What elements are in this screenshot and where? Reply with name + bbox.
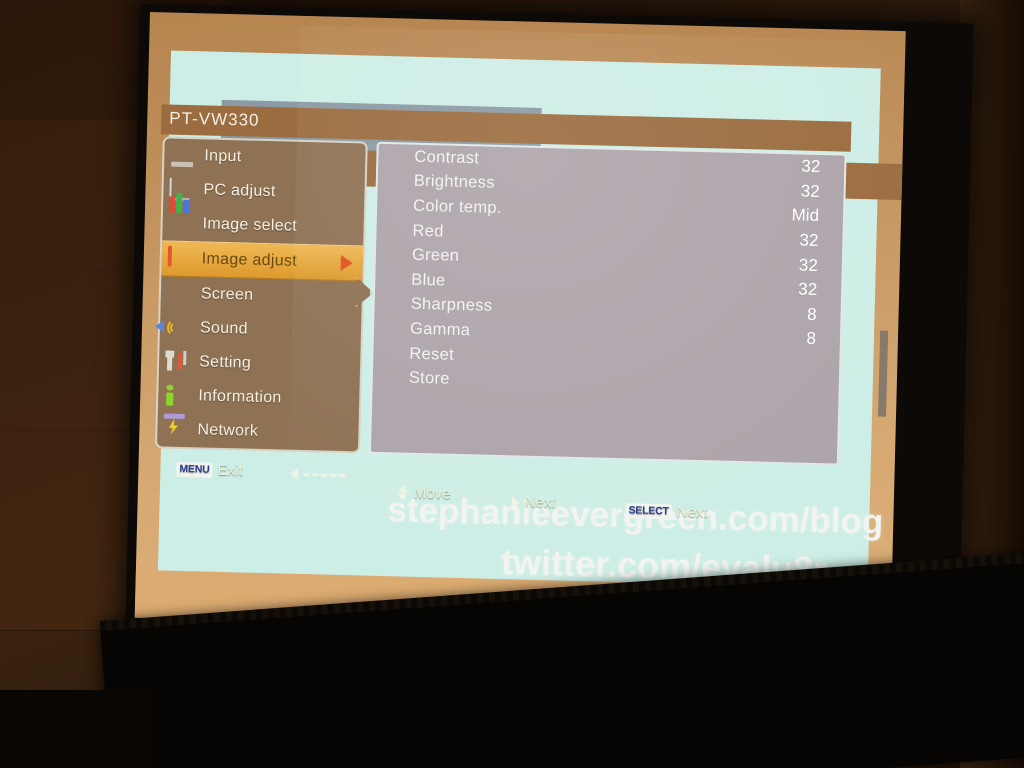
- info-icon: [164, 384, 191, 407]
- menu-item-label: Image adjust: [201, 250, 298, 270]
- hint-select[interactable]: SELECT Next: [625, 502, 708, 522]
- setting-name: Gamma: [409, 319, 471, 340]
- menu-item-screen[interactable]: Screen: [160, 276, 362, 315]
- hint-select-label: Next: [676, 503, 708, 522]
- setting-value: 32: [799, 230, 819, 251]
- hint-exit[interactable]: MENU Exit: [176, 461, 243, 480]
- menu-item-label: Image select: [202, 215, 298, 235]
- up-down-arrow-icon: [397, 485, 409, 501]
- menu-item-sound[interactable]: Sound: [154, 310, 362, 349]
- menu-item-image-select[interactable]: Image select: [162, 192, 364, 245]
- download-arrow-icon: [170, 145, 197, 168]
- setting-name: Sharpness: [410, 295, 493, 316]
- menu-item-information[interactable]: Information: [158, 378, 360, 417]
- menu-item-input[interactable]: Input: [164, 138, 366, 177]
- menu-item-label: Input: [204, 147, 242, 166]
- menu-item-setting[interactable]: Setting: [159, 344, 361, 383]
- setting-value: 32: [798, 279, 818, 300]
- hint-move: Move: [397, 484, 451, 503]
- menu-item-network[interactable]: Network: [157, 412, 359, 451]
- setting-name: Brightness: [413, 172, 495, 193]
- arrow-left-icon: [290, 467, 299, 480]
- projector-osd-menu: PT-VW330 Input PC adjust Image select Image…: [146, 104, 856, 522]
- arrow-right-icon: [511, 495, 520, 509]
- setting-value: 32: [801, 156, 821, 177]
- image-select-icon: [168, 192, 195, 236]
- hint-move-label: Move: [413, 484, 451, 503]
- setting-name: Red: [412, 221, 444, 241]
- hint-back: [290, 467, 346, 481]
- lightning-icon: [163, 413, 190, 441]
- setting-value: 8: [806, 304, 817, 324]
- model-name-label: PT-VW330: [169, 108, 260, 130]
- select-badge: SELECT: [625, 503, 672, 519]
- menu-item-label: Sound: [199, 319, 248, 338]
- setting-value: 8: [806, 329, 817, 349]
- projection-room-scene: Current stephanieevergreen.com/blog twit…: [0, 0, 1024, 768]
- menu-item-label: Network: [197, 421, 259, 440]
- screen-puzzle-icon: [167, 283, 194, 306]
- menu-item-label: Screen: [200, 285, 254, 304]
- table-left-shadow: [0, 690, 150, 768]
- projected-image-area: Current stephanieevergreen.com/blog twit…: [134, 12, 906, 637]
- setting-value: 32: [798, 255, 819, 275]
- slide-scroll-mark: [877, 330, 889, 417]
- setting-name: Contrast: [414, 147, 480, 168]
- menu-item-label: Information: [198, 387, 282, 407]
- dashed-line: [303, 472, 346, 477]
- menu-badge: MENU: [176, 462, 213, 478]
- setting-name: Blue: [411, 270, 446, 290]
- setting-name: Store: [408, 368, 450, 388]
- osd-settings-panel[interactable]: Contrast 32 Brightness 32 Color temp. Mid Red 3…: [368, 141, 847, 466]
- setting-value: 32: [800, 181, 820, 201]
- wrench-icon: [165, 350, 192, 373]
- color-wheel-icon: [167, 245, 194, 271]
- hint-next: Next: [511, 493, 556, 512]
- setting-value: Mid: [791, 205, 820, 226]
- menu-item-image-adjust[interactable]: Image adjust: [161, 240, 364, 282]
- menu-item-pc-adjust[interactable]: PC adjust: [163, 172, 365, 211]
- setting-name: Green: [411, 245, 460, 266]
- menu-item-label: Setting: [198, 353, 252, 372]
- hint-next-label: Next: [524, 493, 556, 512]
- menu-item-label: PC adjust: [203, 181, 276, 201]
- osd-menu-list[interactable]: Input PC adjust Image select Image adjust Sc…: [154, 136, 368, 454]
- selected-arrow-icon: [340, 254, 353, 272]
- hint-exit-label: Exit: [217, 461, 243, 480]
- setting-name: Reset: [409, 344, 455, 364]
- setting-name: Color temp.: [412, 196, 502, 217]
- speaker-icon: [154, 317, 193, 340]
